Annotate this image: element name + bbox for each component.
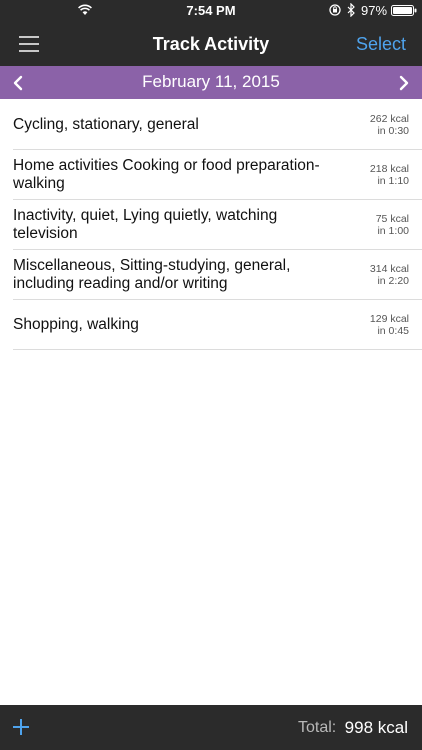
activity-row[interactable]: Inactivity, quiet, Lying quietly, watchi… (13, 200, 422, 250)
activity-row[interactable]: Home activities Cooking or food preparat… (13, 150, 422, 200)
select-button[interactable]: Select (356, 34, 406, 55)
activity-duration: in 2:20 (377, 274, 409, 287)
activity-name: Home activities Cooking or food preparat… (13, 156, 320, 192)
date-bar: February 11, 2015 (0, 66, 422, 99)
top-bars: 7:54 PM 97% Track Activity Select (0, 0, 422, 66)
battery-icon (391, 5, 417, 16)
activity-kcal: 75 kcal (375, 212, 409, 225)
total-value: 998 kcal (344, 718, 408, 737)
add-icon[interactable] (12, 718, 30, 736)
activity-meta: 262 kcal in 0:30 (370, 113, 409, 137)
chevron-right-icon[interactable] (397, 74, 411, 92)
current-date: February 11, 2015 (142, 72, 280, 91)
activity-duration: in 0:45 (377, 324, 409, 337)
activity-kcal: 129 kcal (369, 312, 409, 325)
activity-kcal: 218 kcal (369, 162, 409, 175)
rotation-lock-icon (329, 4, 341, 16)
activity-duration: in 1:10 (377, 174, 409, 187)
activity-row[interactable]: Shopping, walking 129 kcal in 0:45 (13, 300, 422, 350)
status-time: 7:54 PM (186, 3, 236, 18)
activity-name: Inactivity, quiet, Lying quietly, watchi… (13, 206, 278, 242)
activity-meta: 75 kcal in 1:00 (376, 213, 409, 237)
activity-kcal: 314 kcal (369, 262, 409, 275)
activity-duration: in 0:30 (377, 124, 409, 137)
bluetooth-icon (347, 3, 355, 17)
total-label: Total: (298, 719, 337, 736)
activity-meta: 129 kcal in 0:45 (370, 313, 409, 337)
activity-row[interactable]: Miscellaneous, Sitting-studying, general… (13, 250, 422, 300)
activity-kcal: 262 kcal (369, 112, 409, 125)
activity-name: Cycling, stationary, general (13, 115, 199, 133)
battery-percentage: 97% (361, 3, 388, 18)
activity-row[interactable]: Cycling, stationary, general 262 kcal in… (13, 100, 422, 150)
activity-meta: 218 kcal in 1:10 (370, 163, 409, 187)
activity-meta: 314 kcal in 2:20 (370, 263, 409, 287)
activity-list: Cycling, stationary, general 262 kcal in… (13, 100, 422, 350)
nav-bar: Track Activity Select (0, 22, 422, 66)
activity-name: Miscellaneous, Sitting-studying, general… (13, 256, 291, 292)
activity-name: Shopping, walking (13, 315, 139, 333)
bottom-bar: Total: 998 kcal (0, 705, 422, 750)
activity-duration: in 1:00 (377, 224, 409, 237)
status-bar: 7:54 PM 97% (0, 0, 422, 22)
